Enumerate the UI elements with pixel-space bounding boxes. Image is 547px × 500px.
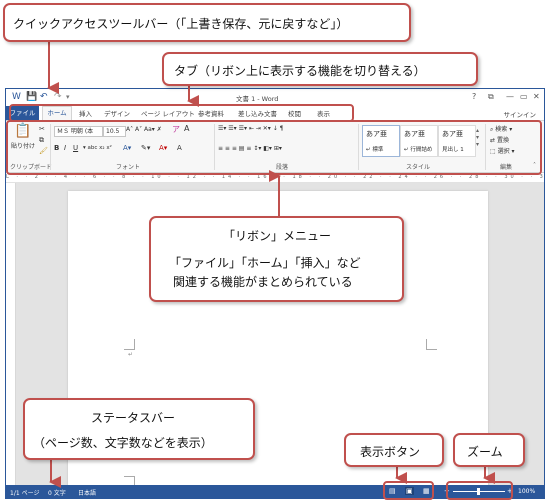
callout-status-desc: （ページ数、文字数などを表示）	[33, 436, 213, 450]
callout-ribbon-title: 「リボン」メニュー	[223, 229, 332, 243]
callout-view-buttons: 表示ボタン	[344, 433, 444, 467]
callout-status-bar: ステータスバー （ページ数、文字数などを表示）	[23, 398, 255, 460]
callout-view-buttons-text: 表示ボタン	[360, 445, 421, 459]
callout-tabs: タブ（リボン上に表示する機能を切り替える）	[162, 52, 478, 86]
callout-ribbon-line2: 関連する機能がまとめられている	[173, 275, 353, 289]
callout-zoom-text: ズーム	[467, 445, 503, 459]
callout-ribbon-line1: 「ファイル」「ホーム」「挿入」など	[169, 256, 361, 270]
callout-ribbon: 「リボン」メニュー 「ファイル」「ホーム」「挿入」など 関連する機能がまとめられ…	[149, 216, 404, 302]
callout-tabs-text: タブ（リボン上に表示する機能を切り替える）	[174, 64, 426, 78]
callout-quick-access-text: クイックアクセスツールバー（「上書き保存、元に戻すなど」）	[13, 17, 349, 31]
callout-quick-access: クイックアクセスツールバー（「上書き保存、元に戻すなど」）	[3, 3, 411, 42]
callout-status-title: ステータスバー	[91, 411, 176, 425]
callout-zoom: ズーム	[453, 433, 525, 467]
